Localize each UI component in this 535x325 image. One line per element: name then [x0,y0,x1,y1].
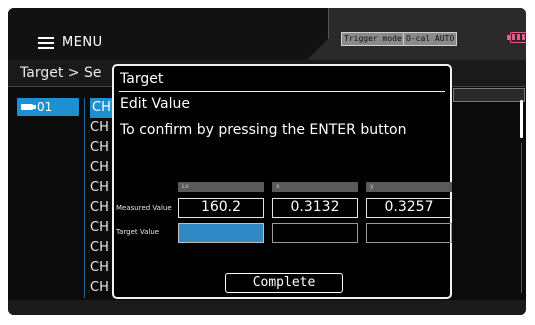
status-area: Trigger mode O-cal AUTO [307,8,526,60]
complete-button[interactable]: Complete [225,273,343,293]
menu-button[interactable]: MENU [38,35,103,50]
breadcrumb: Target > Se [20,65,102,81]
battery-icon [507,32,526,43]
ocal-badge: O-cal AUTO [403,32,458,46]
selected-target-label: 01 [37,100,53,114]
trigger-mode-badge: Trigger mode [341,32,405,46]
column-header-lv: Lv [178,182,264,192]
measured-y-value: 0.3257 [366,198,452,218]
measured-lv-value: 160.2 [178,198,264,218]
scrollbar-thumb[interactable] [520,100,523,138]
device-screen: MENU Trigger mode O-cal AUTO Target > Se… [8,8,526,315]
scrollbar-track [521,143,522,293]
probe-icon [21,104,36,110]
dialog-title: Target [120,71,164,87]
dialog-subtitle: Edit Value [120,96,191,112]
hamburger-icon [38,36,54,49]
bottom-bar [8,300,526,315]
column-header-y: y [366,182,452,192]
measured-x-value: 0.3132 [272,198,358,218]
measured-value-label: Measured Value [116,204,172,212]
dialog-divider [119,91,445,92]
target-x-input[interactable] [272,223,358,243]
selected-target-item[interactable]: 01 [17,98,79,116]
header-rail [453,88,525,102]
menu-label: MENU [62,35,103,50]
target-lv-input[interactable] [178,223,264,243]
dialog-message: To confirm by pressing the ENTER button [120,122,407,138]
list-divider [84,98,85,298]
target-value-label: Target Value [116,228,160,236]
edit-value-dialog: Target Edit Value To confirm by pressing… [112,64,452,299]
target-y-input[interactable] [366,223,452,243]
target-list: 01 [8,88,84,298]
top-bar: MENU Trigger mode O-cal AUTO [8,8,526,60]
column-header-x: x [272,182,358,192]
